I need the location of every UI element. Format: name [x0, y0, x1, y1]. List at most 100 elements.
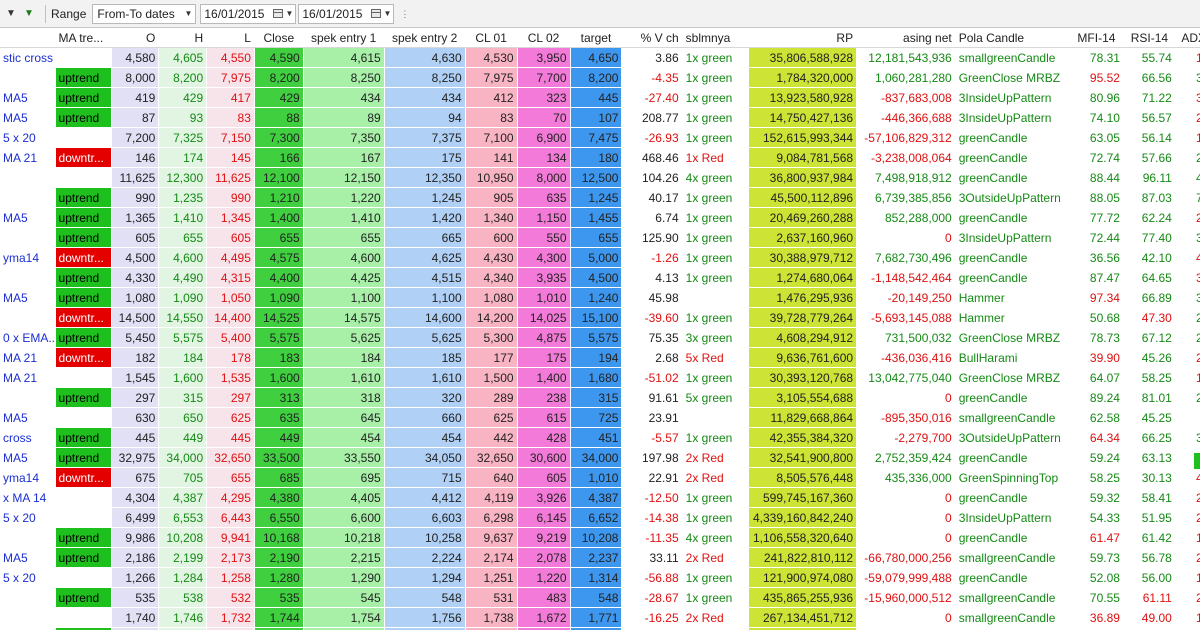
cell-spek-entry-1[interactable]: 1,100 [303, 287, 385, 308]
cell-asing-net[interactable]: -2,279,700 [856, 427, 956, 448]
cell-volume-change[interactable]: 91.61 [621, 387, 683, 408]
cell-spek-entry-2[interactable]: 185 [384, 347, 466, 368]
col-header[interactable]: target [570, 28, 623, 48]
cell-open[interactable]: 675 [111, 467, 160, 488]
cell-spek-entry-1[interactable]: 12,150 [303, 167, 385, 188]
cell-spek-entry-2[interactable]: 4,515 [384, 267, 466, 288]
table-row[interactable]: 5 x 20 7,200 7,325 7,150 7,300 7,350 7,375 7,10… [0, 127, 1200, 148]
col-header[interactable]: spek entry 2 [384, 28, 466, 48]
cell-target[interactable]: 4,500 [570, 267, 623, 288]
cell-cl-01[interactable]: 1,251 [465, 567, 518, 588]
cell-spek-entry-2[interactable]: 1,610 [384, 367, 466, 388]
cell-target[interactable]: 1,771 [570, 607, 623, 628]
cell-sebelumnya[interactable]: 1x Red [682, 147, 750, 168]
cell-adx[interactable]: 40.63 [1175, 247, 1200, 268]
cell-signal[interactable]: MA5 [0, 407, 56, 428]
cell-rsi[interactable]: 61.11 [1123, 587, 1176, 608]
cell-asing-net[interactable]: -20,149,250 [856, 287, 956, 308]
cell-sebelumnya[interactable]: 1x green [682, 107, 750, 128]
cell-cl-01[interactable]: 5,300 [465, 327, 518, 348]
cell-rp[interactable]: 3,105,554,688 [748, 387, 858, 408]
cell-spek-entry-2[interactable]: 665 [384, 227, 466, 248]
cell-rsi[interactable]: 45.26 [1123, 347, 1176, 368]
cell-low[interactable]: 4,295 [206, 487, 255, 508]
table-row[interactable]: MA5 uptrend 32,975 34,000 32,650 33,500 33,550… [0, 447, 1200, 468]
cell-pola-candle[interactable]: greenCandle [955, 147, 1070, 168]
cell-open[interactable]: 1,266 [111, 567, 160, 588]
cell-sebelumnya[interactable]: 1x green [682, 367, 750, 388]
table-row[interactable]: 5 x 20 6,499 6,553 6,443 6,550 6,600 6,603 6,29… [0, 507, 1200, 528]
cell-open[interactable]: 445 [111, 427, 160, 448]
cell-rsi[interactable]: 56.57 [1123, 107, 1176, 128]
cell-open[interactable]: 7,200 [111, 127, 160, 148]
col-header[interactable]: CL 01 [465, 28, 518, 48]
cell-spek-entry-1[interactable]: 89 [303, 107, 385, 128]
cell-ma-trend[interactable]: downtr... [55, 147, 112, 168]
col-header[interactable]: sblmnya [682, 28, 750, 48]
cell-rp[interactable]: 35,806,588,928 [748, 47, 858, 68]
cell-close[interactable]: 4,575 [254, 247, 304, 268]
cell-high[interactable]: 1,410 [158, 207, 208, 228]
cell-high[interactable]: 1,746 [158, 607, 208, 628]
cell-cl-02[interactable]: 3,926 [517, 487, 571, 508]
cell-volume-change[interactable]: 22.91 [621, 467, 683, 488]
cell-open[interactable]: 14,500 [111, 307, 160, 328]
cell-signal[interactable]: 5 x 20 [0, 567, 56, 588]
cell-sebelumnya[interactable]: 5x green [682, 387, 750, 408]
cell-open[interactable]: 1,080 [111, 287, 160, 308]
cell-ma-trend[interactable]: downtr... [55, 347, 112, 368]
cell-open[interactable]: 4,500 [111, 247, 160, 268]
cell-high[interactable]: 650 [158, 407, 208, 428]
table-row[interactable]: uptrend 297 315 297 313 318 320 289 238 315 91.61 5… [0, 387, 1200, 408]
cell-volume-change[interactable]: 33.11 [621, 547, 683, 568]
cell-rsi[interactable]: 62.24 [1123, 207, 1176, 228]
cell-asing-net[interactable]: 13,042,775,040 [856, 367, 956, 388]
cell-cl-02[interactable]: 4,300 [517, 247, 571, 268]
cell-ma-trend[interactable]: uptrend [55, 187, 112, 208]
cell-volume-change[interactable]: 104.26 [621, 167, 683, 188]
cell-spek-entry-1[interactable]: 1,220 [303, 187, 385, 208]
cell-asing-net[interactable]: -5,693,145,088 [856, 307, 956, 328]
cell-mfi[interactable]: 97.34 [1069, 287, 1124, 308]
table-row[interactable]: MA5 uptrend 2,186 2,199 2,173 2,190 2,215 2,224… [0, 547, 1200, 568]
cell-rsi[interactable]: 56.00 [1123, 567, 1176, 588]
cell-target[interactable]: 194 [570, 347, 623, 368]
cell-low[interactable]: 990 [206, 187, 255, 208]
cell-volume-change[interactable]: 40.17 [621, 187, 683, 208]
cell-signal[interactable]: MA5 [0, 87, 56, 108]
cell-close[interactable]: 1,400 [254, 207, 304, 228]
cell-pola-candle[interactable]: greenCandle [955, 527, 1070, 548]
cell-ma-trend[interactable]: uptrend [55, 267, 112, 288]
cell-cl-01[interactable]: 14,200 [465, 307, 518, 328]
cell-pola-candle[interactable]: greenCandle [955, 267, 1070, 288]
cell-target[interactable]: 10,208 [570, 527, 623, 548]
cell-pola-candle[interactable]: greenCandle [955, 167, 1070, 188]
cell-cl-01[interactable]: 442 [465, 427, 518, 448]
table-row[interactable]: stic cross 4,580 4,605 4,550 4,590 4,615 4,630… [0, 47, 1200, 68]
cell-spek-entry-2[interactable]: 1,294 [384, 567, 466, 588]
cell-target[interactable]: 4,650 [570, 47, 623, 68]
cell-spek-entry-1[interactable]: 184 [303, 347, 385, 368]
cell-open[interactable]: 32,975 [111, 447, 160, 468]
cell-signal[interactable]: MA5 [0, 447, 56, 468]
cell-high[interactable]: 1,284 [158, 567, 208, 588]
cell-open[interactable]: 1,545 [111, 367, 160, 388]
cell-mfi[interactable]: 58.25 [1069, 467, 1124, 488]
cell-rsi[interactable]: 87.03 [1123, 187, 1176, 208]
cell-cl-02[interactable]: 175 [517, 347, 571, 368]
cell-high[interactable]: 2,199 [158, 547, 208, 568]
cell-rsi[interactable]: 47.30 [1123, 307, 1176, 328]
cell-spek-entry-1[interactable]: 167 [303, 147, 385, 168]
cell-target[interactable]: 445 [570, 87, 623, 108]
cell-signal[interactable]: x MA 14 [0, 487, 56, 508]
cell-high[interactable]: 10,208 [158, 527, 208, 548]
cell-low[interactable]: 655 [206, 467, 255, 488]
cell-open[interactable]: 4,580 [111, 47, 160, 68]
cell-spek-entry-2[interactable]: 1,100 [384, 287, 466, 308]
cell-volume-change[interactable]: -14.38 [621, 507, 683, 528]
cell-sebelumnya[interactable]: 1x green [682, 307, 750, 328]
cell-cl-01[interactable]: 1,738 [465, 607, 518, 628]
cell-close[interactable]: 1,744 [254, 607, 304, 628]
cell-asing-net[interactable]: 0 [856, 387, 956, 408]
cell-target[interactable]: 34,000 [570, 447, 623, 468]
